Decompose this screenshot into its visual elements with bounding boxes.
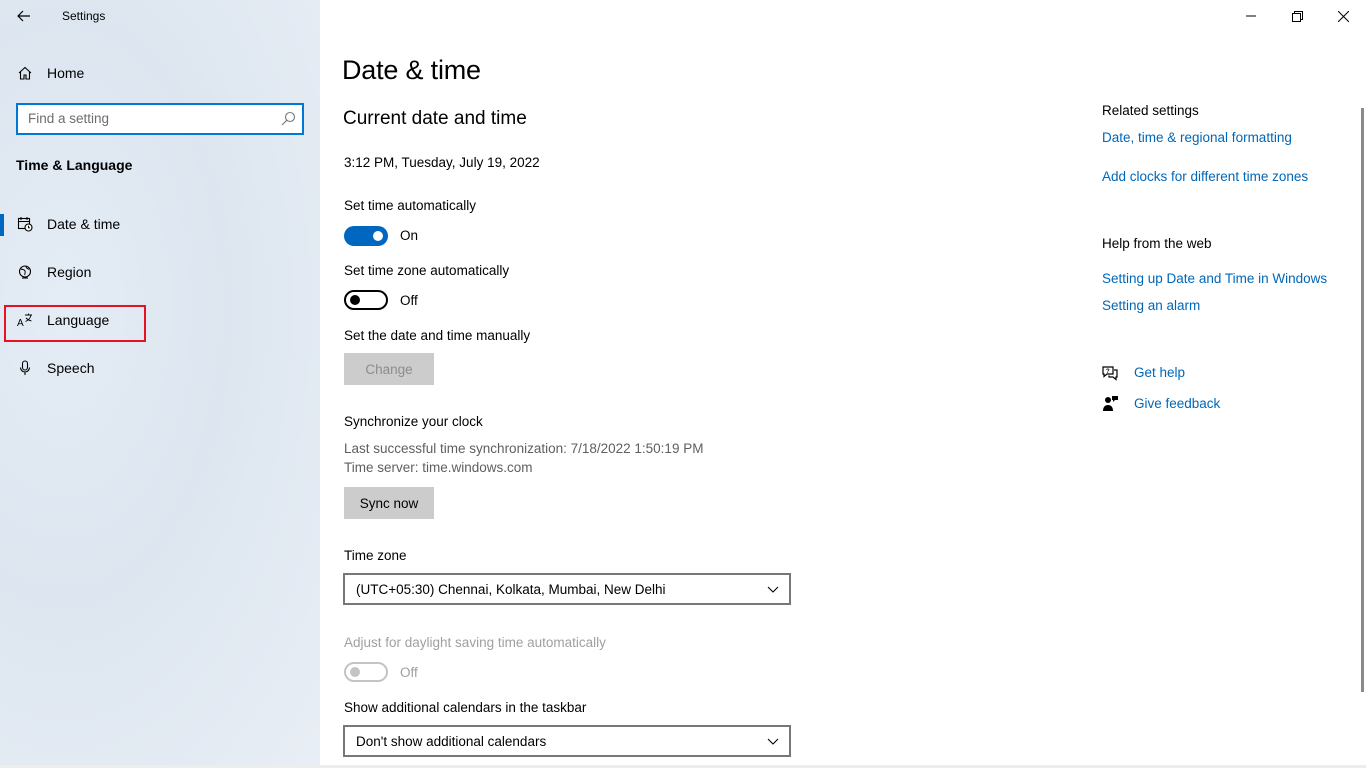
link-add-clocks[interactable]: Add clocks for different time zones	[1102, 169, 1308, 184]
home-icon	[16, 64, 34, 82]
sidebar-section-title: Time & Language	[16, 157, 133, 173]
restore-icon	[1291, 10, 1303, 22]
timezone-value: (UTC+05:30) Chennai, Kolkata, Mumbai, Ne…	[356, 582, 666, 597]
highlight-box	[4, 305, 146, 342]
app-title: Settings	[62, 9, 106, 23]
minimize-icon	[1246, 15, 1256, 17]
manual-datetime-label: Set the date and time manually	[344, 328, 531, 343]
dst-state: Off	[400, 665, 418, 680]
sidebar-item-speech[interactable]: Speech	[0, 348, 320, 388]
set-timezone-auto-label: Set time zone automatically	[344, 263, 510, 278]
search-placeholder: Find a setting	[28, 111, 110, 126]
section-title: Current date and time	[343, 108, 527, 129]
link-setting-alarm[interactable]: Setting an alarm	[1102, 298, 1200, 313]
globe-icon	[16, 263, 34, 281]
get-help-link[interactable]: Get help	[1134, 365, 1185, 380]
chat-help-icon: ?	[1101, 364, 1119, 382]
chevron-down-icon	[767, 586, 779, 593]
related-settings-title: Related settings	[1102, 103, 1199, 118]
back-button[interactable]	[12, 4, 36, 28]
time-server-text: Time server: time.windows.com	[344, 460, 533, 475]
help-from-web-title: Help from the web	[1102, 236, 1212, 251]
link-setup-date-time[interactable]: Setting up Date and Time in Windows	[1102, 271, 1327, 286]
close-icon	[1337, 10, 1349, 22]
last-sync-text: Last successful time synchronization: 7/…	[344, 441, 704, 456]
sidebar-item-home[interactable]: Home	[0, 53, 320, 93]
calendars-value: Don't show additional calendars	[356, 734, 547, 749]
sidebar-item-label: Date & time	[47, 216, 121, 232]
scrollbar[interactable]	[1361, 108, 1364, 692]
microphone-icon	[16, 359, 34, 377]
minimize-button[interactable]	[1228, 0, 1274, 32]
set-timezone-auto-toggle[interactable]	[344, 290, 388, 310]
sidebar-item-label: Region	[47, 264, 92, 280]
timezone-select[interactable]: (UTC+05:30) Chennai, Kolkata, Mumbai, Ne…	[343, 573, 791, 605]
current-datetime: 3:12 PM, Tuesday, July 19, 2022	[344, 155, 540, 170]
svg-text:?: ?	[1106, 369, 1110, 375]
set-timezone-auto-state: Off	[400, 293, 418, 308]
sidebar-item-label: Speech	[47, 360, 95, 376]
set-time-auto-label: Set time automatically	[344, 198, 477, 213]
sidebar-item-date-time[interactable]: Date & time	[0, 204, 320, 244]
back-arrow-icon	[17, 10, 30, 22]
change-button[interactable]: Change	[344, 353, 434, 385]
dst-label: Adjust for daylight saving time automati…	[344, 635, 606, 650]
calendars-label: Show additional calendars in the taskbar	[344, 700, 587, 715]
sidebar-item-region[interactable]: Region	[0, 252, 320, 292]
search-input[interactable]: Find a setting	[16, 103, 304, 135]
chevron-down-icon	[767, 738, 779, 745]
feedback-icon	[1101, 395, 1119, 413]
calendar-clock-icon	[16, 215, 34, 233]
link-regional-formatting[interactable]: Date, time & regional formatting	[1102, 130, 1292, 145]
set-time-auto-toggle[interactable]	[344, 226, 388, 246]
set-time-auto-state: On	[400, 228, 419, 243]
restore-button[interactable]	[1274, 0, 1320, 32]
search-icon	[281, 111, 296, 126]
sync-now-button[interactable]: Sync now	[344, 487, 434, 519]
sidebar: Settings Home Find a setting Time & Lang…	[0, 0, 320, 768]
sync-title: Synchronize your clock	[344, 414, 483, 429]
sidebar-item-label: Home	[47, 65, 85, 81]
calendars-select[interactable]: Don't show additional calendars	[343, 725, 791, 757]
close-button[interactable]	[1320, 0, 1366, 32]
give-feedback-link[interactable]: Give feedback	[1134, 396, 1220, 411]
page-title: Date & time	[342, 55, 481, 85]
dst-toggle[interactable]	[344, 662, 388, 682]
timezone-label: Time zone	[344, 548, 407, 563]
